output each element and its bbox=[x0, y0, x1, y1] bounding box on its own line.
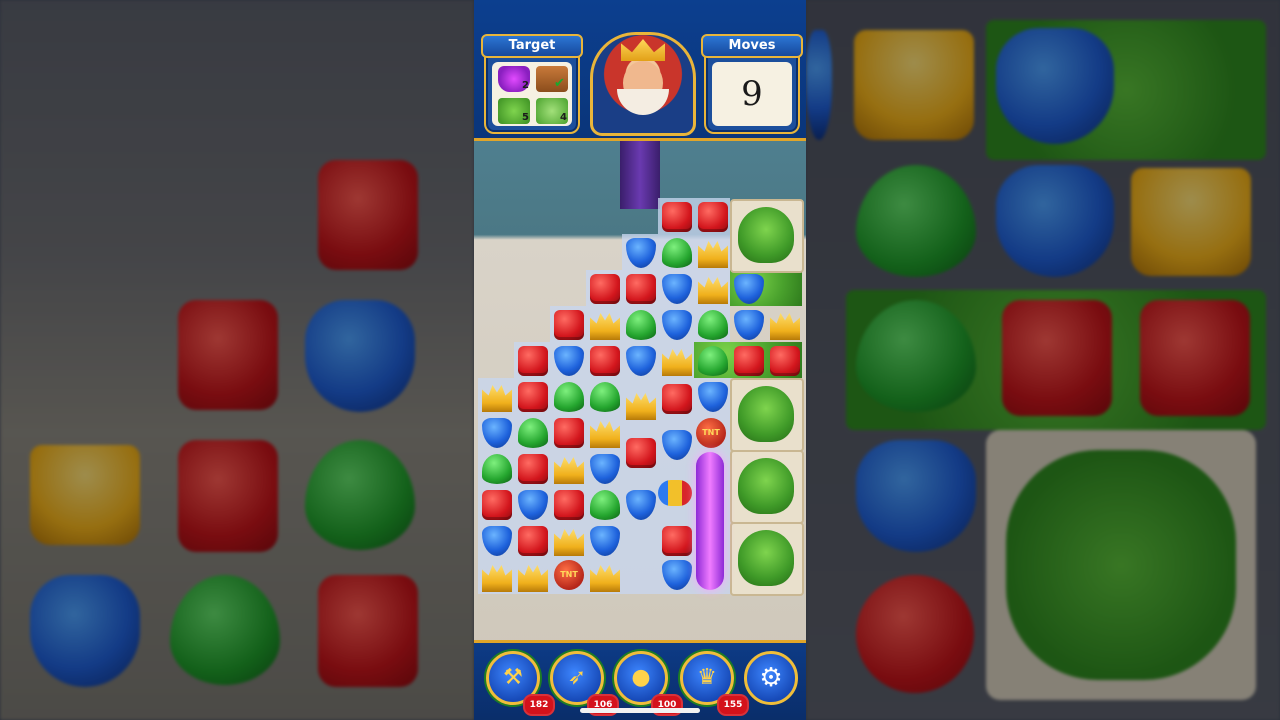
red-gem[interactable] bbox=[770, 346, 800, 376]
booster-count: 182 bbox=[523, 694, 555, 716]
red-gem[interactable] bbox=[590, 274, 620, 304]
green-gem[interactable] bbox=[626, 310, 656, 340]
green-gem[interactable] bbox=[518, 418, 548, 448]
light-ball-booster[interactable] bbox=[696, 452, 724, 590]
red-gem[interactable] bbox=[518, 382, 548, 412]
settings-button[interactable]: ⚙ bbox=[744, 651, 798, 705]
gear-icon: ⚙ bbox=[759, 663, 783, 693]
green-gem[interactable] bbox=[662, 238, 692, 268]
green-gem[interactable] bbox=[554, 382, 584, 412]
rocket-booster[interactable] bbox=[658, 480, 692, 506]
jester-booster-button[interactable]: ♛ 155 bbox=[680, 651, 749, 716]
red-gem[interactable] bbox=[662, 526, 692, 556]
red-gem[interactable] bbox=[590, 346, 620, 376]
red-gem[interactable] bbox=[626, 274, 656, 304]
bear-topiary[interactable] bbox=[730, 450, 804, 524]
tnt-barrel[interactable]: TNT bbox=[696, 418, 726, 448]
green-gem[interactable] bbox=[698, 346, 728, 376]
red-gem[interactable] bbox=[518, 454, 548, 484]
red-gem[interactable] bbox=[626, 438, 656, 468]
red-gem[interactable] bbox=[554, 490, 584, 520]
home-indicator[interactable] bbox=[580, 708, 700, 713]
cannon-booster-button[interactable]: ● 100 bbox=[614, 651, 683, 716]
blue-gem[interactable] bbox=[734, 310, 764, 340]
red-gem[interactable] bbox=[662, 384, 692, 414]
red-gem[interactable] bbox=[518, 346, 548, 376]
background-left bbox=[0, 0, 474, 720]
background-right bbox=[806, 0, 1280, 720]
red-gem[interactable] bbox=[554, 310, 584, 340]
red-gem[interactable] bbox=[734, 346, 764, 376]
red-gem[interactable] bbox=[698, 202, 728, 232]
game-board: TNT TNT bbox=[474, 0, 806, 720]
green-gem[interactable] bbox=[590, 382, 620, 412]
bear-topiary[interactable] bbox=[730, 199, 804, 273]
tnt-barrel[interactable]: TNT bbox=[554, 560, 584, 590]
arrow-booster-button[interactable]: ➶ 106 bbox=[550, 651, 619, 716]
green-gem[interactable] bbox=[482, 454, 512, 484]
hammer-booster-button[interactable]: ⚒ 182 bbox=[486, 651, 555, 716]
green-gem[interactable] bbox=[698, 310, 728, 340]
green-gem[interactable] bbox=[590, 490, 620, 520]
booster-count: 155 bbox=[717, 694, 749, 716]
yellow-gem[interactable] bbox=[770, 313, 800, 340]
bear-topiary[interactable] bbox=[730, 522, 804, 596]
red-gem[interactable] bbox=[554, 418, 584, 448]
game-screen: 2 ✔ 5 4 Target 9 Moves TNT TNT ⚒ 182 ➶ 1… bbox=[474, 0, 806, 720]
bear-topiary[interactable] bbox=[730, 378, 804, 452]
red-gem[interactable] bbox=[662, 202, 692, 232]
red-gem[interactable] bbox=[482, 490, 512, 520]
red-gem[interactable] bbox=[518, 526, 548, 556]
